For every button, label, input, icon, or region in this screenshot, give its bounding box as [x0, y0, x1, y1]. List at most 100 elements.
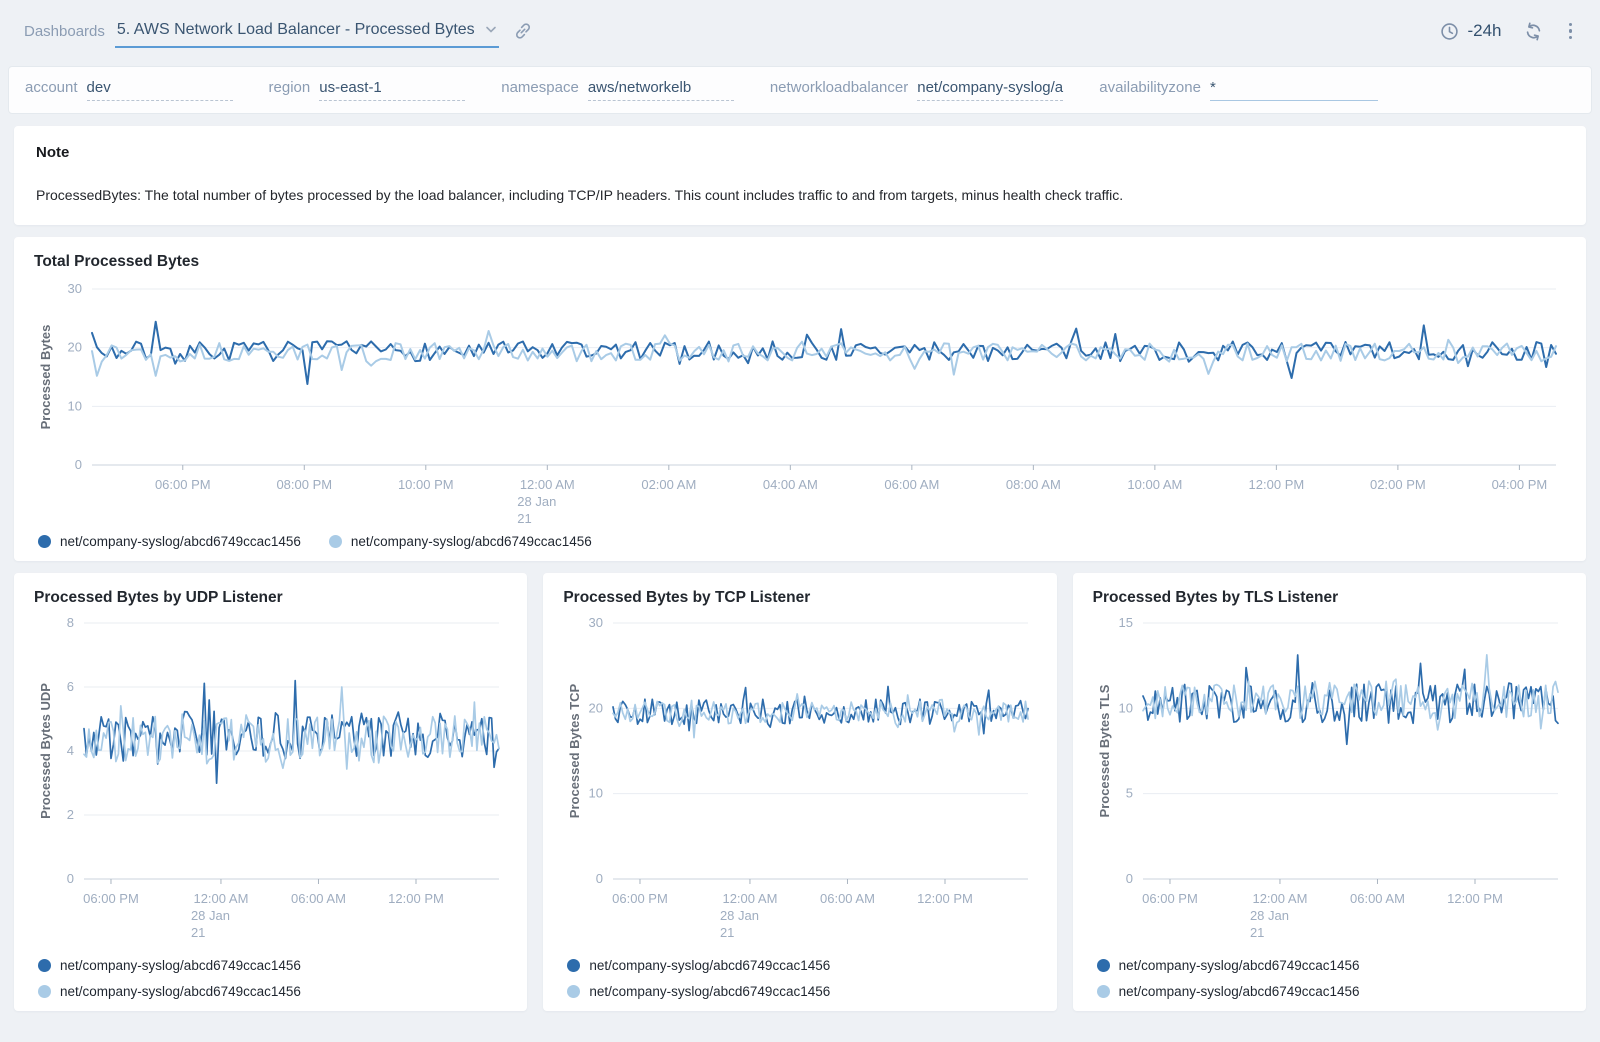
filter-availabilityzone: availabilityzone *	[1099, 79, 1378, 101]
series-color-dot	[1097, 959, 1110, 972]
chart-title: Total Processed Bytes	[34, 253, 1566, 271]
legend-item[interactable]: net/company-syslog/abcd6749ccac1456	[567, 984, 1036, 999]
region-filter-input[interactable]: us-east-1	[319, 79, 465, 101]
clock-icon	[1440, 22, 1459, 41]
legend-item[interactable]: net/company-syslog/abcd6749ccac1456	[38, 984, 507, 999]
chart-title: Processed Bytes by TLS Listener	[1093, 589, 1566, 607]
legend-item[interactable]: net/company-syslog/abcd6749ccac1456	[567, 958, 1036, 973]
series-color-dot	[38, 535, 51, 548]
dashboard-title-dropdown[interactable]: 5. AWS Network Load Balancer - Processed…	[115, 15, 499, 48]
svg-text:2: 2	[67, 807, 74, 822]
legend-item[interactable]: net/company-syslog/abcd6749ccac1456	[38, 534, 301, 549]
chart-title: Processed Bytes by TCP Listener	[563, 589, 1036, 607]
legend-item[interactable]: net/company-syslog/abcd6749ccac1456	[38, 958, 507, 973]
note-title: Note	[36, 144, 1564, 161]
svg-text:08:00 PM: 08:00 PM	[276, 477, 332, 492]
legend-label: net/company-syslog/abcd6749ccac1456	[351, 534, 592, 549]
svg-text:12:00 AM: 12:00 AM	[723, 891, 778, 906]
refresh-icon[interactable]	[1524, 22, 1543, 41]
note-body: ProcessedBytes: The total number of byte…	[36, 187, 1564, 203]
svg-text:06:00 PM: 06:00 PM	[1142, 891, 1198, 906]
svg-text:21: 21	[1250, 925, 1264, 940]
chart-legend: net/company-syslog/abcd6749ccac1456 net/…	[563, 958, 1036, 999]
series-color-dot	[38, 985, 51, 998]
svg-text:06:00 PM: 06:00 PM	[612, 891, 668, 906]
svg-text:12:00 PM: 12:00 PM	[388, 891, 444, 906]
filter-networkloadbalancer: networkloadbalancer net/company-syslog/a	[770, 79, 1063, 101]
udp-listener-chart[interactable]: 0246806:00 PM12:00 AM28 Jan2106:00 AM12:…	[34, 613, 507, 943]
svg-text:10:00 AM: 10:00 AM	[1127, 477, 1182, 492]
svg-text:30: 30	[68, 281, 82, 296]
svg-text:20: 20	[68, 340, 82, 355]
series-color-dot	[567, 959, 580, 972]
svg-text:10: 10	[589, 786, 603, 801]
filter-account: account dev	[25, 79, 233, 101]
filter-namespace: namespace aws/networkelb	[501, 79, 734, 101]
total-processed-bytes-chart[interactable]: 0 10 20 30 06:00 PM 08:00 PM 10:00 PM 12:00 AM 2…	[34, 277, 1566, 527]
tls-listener-chart[interactable]: 05101506:00 PM12:00 AM28 Jan2106:00 AM12…	[1093, 613, 1566, 943]
chart-legend: net/company-syslog/abcd6749ccac1456 net/…	[34, 534, 1566, 549]
svg-text:12:00 AM: 12:00 AM	[193, 891, 248, 906]
svg-text:0: 0	[67, 871, 74, 886]
svg-text:6: 6	[67, 679, 74, 694]
svg-text:04:00 AM: 04:00 AM	[763, 477, 818, 492]
chart-title: Processed Bytes by UDP Listener	[34, 589, 507, 607]
kebab-menu-icon[interactable]	[1565, 21, 1577, 42]
legend-label: net/company-syslog/abcd6749ccac1456	[589, 958, 830, 973]
legend-item[interactable]: net/company-syslog/abcd6749ccac1456	[329, 534, 592, 549]
svg-text:10: 10	[1118, 700, 1132, 715]
filter-label: availabilityzone	[1099, 79, 1201, 96]
svg-text:10:00 PM: 10:00 PM	[398, 477, 454, 492]
legend-label: net/company-syslog/abcd6749ccac1456	[1119, 958, 1360, 973]
legend-label: net/company-syslog/abcd6749ccac1456	[60, 958, 301, 973]
link-icon[interactable]	[513, 21, 533, 41]
svg-text:0: 0	[596, 871, 603, 886]
svg-text:8: 8	[67, 615, 74, 630]
svg-text:28 Jan: 28 Jan	[517, 494, 556, 509]
svg-text:21: 21	[517, 511, 531, 526]
legend-label: net/company-syslog/abcd6749ccac1456	[589, 984, 830, 999]
availabilityzone-filter-input[interactable]: *	[1210, 79, 1378, 101]
svg-text:28 Jan: 28 Jan	[720, 908, 759, 923]
filter-label: account	[25, 79, 78, 96]
svg-text:4: 4	[67, 743, 74, 758]
svg-text:0: 0	[75, 457, 82, 472]
svg-text:06:00 AM: 06:00 AM	[1350, 891, 1405, 906]
filter-region: region us-east-1	[269, 79, 466, 101]
svg-text:10: 10	[68, 398, 82, 413]
time-range-label: -24h	[1467, 21, 1501, 41]
svg-text:28 Jan: 28 Jan	[1250, 908, 1289, 923]
svg-text:20: 20	[589, 700, 603, 715]
legend-item[interactable]: net/company-syslog/abcd6749ccac1456	[1097, 958, 1566, 973]
legend-item[interactable]: net/company-syslog/abcd6749ccac1456	[1097, 984, 1566, 999]
series-color-dot	[567, 985, 580, 998]
svg-text:12:00 PM: 12:00 PM	[1249, 477, 1305, 492]
account-filter-input[interactable]: dev	[87, 79, 233, 101]
total-processed-bytes-panel: Total Processed Bytes 0 10 20 30 06:00 PM 08:…	[14, 237, 1586, 561]
namespace-filter-input[interactable]: aws/networkelb	[588, 79, 734, 101]
series-color-dot	[38, 959, 51, 972]
tcp-listener-panel: Processed Bytes by TCP Listener 01020300…	[543, 573, 1056, 1011]
top-header: Dashboards 5. AWS Network Load Balancer …	[0, 0, 1600, 62]
udp-listener-panel: Processed Bytes by UDP Listener 0 2 4 6 8 06:…	[14, 573, 527, 1011]
svg-text:06:00 PM: 06:00 PM	[155, 477, 211, 492]
filter-bar: account dev region us-east-1 namespace a…	[8, 66, 1592, 114]
svg-text:Processed Bytes UDP: Processed Bytes UDP	[38, 683, 53, 819]
svg-text:02:00 AM: 02:00 AM	[641, 477, 696, 492]
time-range-button[interactable]: -24h	[1440, 21, 1501, 41]
filter-label: networkloadbalancer	[770, 79, 908, 96]
listener-charts-row: Processed Bytes by UDP Listener 0 2 4 6 8 06:…	[14, 573, 1586, 1011]
svg-text:Processed Bytes TCP: Processed Bytes TCP	[567, 683, 582, 818]
networkloadbalancer-filter-input[interactable]: net/company-syslog/a	[917, 79, 1063, 101]
tls-listener-panel: Processed Bytes by TLS Listener 05101506…	[1073, 573, 1586, 1011]
svg-text:Processed Bytes: Processed Bytes	[38, 325, 53, 430]
breadcrumb[interactable]: Dashboards	[24, 23, 105, 40]
svg-text:21: 21	[720, 925, 734, 940]
tcp-listener-chart[interactable]: 010203006:00 PM12:00 AM28 Jan2106:00 AM1…	[563, 613, 1036, 943]
filter-label: region	[269, 79, 311, 96]
svg-text:06:00 AM: 06:00 AM	[291, 891, 346, 906]
svg-text:04:00 PM: 04:00 PM	[1492, 477, 1548, 492]
svg-text:08:00 AM: 08:00 AM	[1006, 477, 1061, 492]
chart-legend: net/company-syslog/abcd6749ccac1456 net/…	[1093, 958, 1566, 999]
svg-text:12:00 AM: 12:00 AM	[520, 477, 575, 492]
